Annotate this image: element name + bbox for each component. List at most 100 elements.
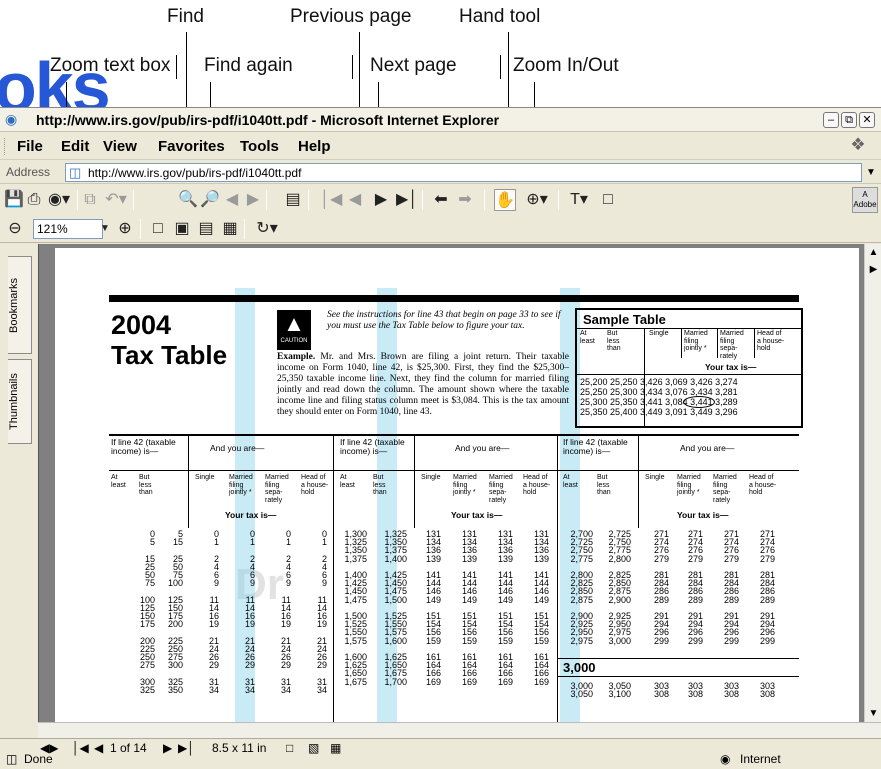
block4-hoh: 303 308 <box>759 681 775 700</box>
hdr-mfs: Married filing sepa-rately <box>489 474 513 504</box>
nav-last-icon[interactable]: ▶│ <box>178 741 195 755</box>
zoom-dropdown-icon[interactable]: ▼ <box>99 218 111 240</box>
menu-tools[interactable]: Tools <box>240 138 279 155</box>
find-again-icon[interactable]: 🔎 <box>200 189 220 211</box>
example-label: Example. <box>277 352 316 362</box>
tab-thumbnails[interactable]: Thumbnails <box>8 359 32 444</box>
fit-visible-icon[interactable]: ▦ <box>220 218 240 240</box>
hdr-at-least: At least <box>340 474 355 489</box>
col-and-3: And you are— <box>680 443 735 453</box>
horizontal-scrollbar[interactable] <box>38 722 881 738</box>
doc-example: Example. Mr. and Mrs. Brown are filing a… <box>277 352 569 418</box>
address-input[interactable]: ◫ http://www.irs.gov/pub/irs-pdf/i1040tt… <box>65 163 862 182</box>
last-page-icon[interactable]: ▶│ <box>396 189 418 211</box>
hdr-single: Single <box>421 474 441 481</box>
search-next-icon[interactable]: ▶ <box>243 189 263 211</box>
zoom-value: 121% <box>37 222 68 236</box>
tab-bookmarks[interactable]: Bookmarks <box>8 256 32 354</box>
address-dropdown-icon[interactable]: ▼ <box>864 163 878 182</box>
snapshot-icon[interactable]: □ <box>598 189 618 211</box>
previous-page-icon[interactable]: ◀ <box>346 189 364 211</box>
facing-layout-icon[interactable]: ▦ <box>330 741 341 755</box>
search-prev-icon[interactable]: ◀ <box>222 189 242 211</box>
hdr-single: Single <box>645 474 665 481</box>
rotate-view-icon[interactable]: ↻▾ <box>250 218 284 240</box>
col-if-1: If line 42 (taxable income) is— <box>111 437 176 456</box>
find-icon[interactable]: 🔍 <box>178 189 198 211</box>
menu-file[interactable]: File <box>17 138 43 155</box>
status-icon: ◫ <box>6 752 18 766</box>
zoom-in-small-icon[interactable]: ⊕ <box>116 218 134 240</box>
fit-page-icon[interactable]: ▣ <box>172 218 192 240</box>
go-forward-icon[interactable]: ➡ <box>456 189 474 211</box>
status-bar: ◫ Done ◉ Internet <box>0 752 881 769</box>
window-title: http://www.irs.gov/pub/irs-pdf/i1040tt.p… <box>36 112 500 128</box>
sample-table-title: Sample Table <box>583 312 666 327</box>
globe-icon: ◉ <box>720 752 731 766</box>
divider-2 <box>352 55 353 79</box>
scroll-up-icon[interactable]: ▲ <box>865 244 881 261</box>
scroll-right-icon[interactable]: ▶ <box>865 261 881 278</box>
callout-previous-page: Previous page <box>290 6 412 27</box>
undo-icon[interactable]: ↶▾ <box>102 189 130 211</box>
col-if-3: If line 42 (taxable income) is— <box>563 437 628 456</box>
callout-zoom-text-box: Zoom text box <box>50 55 171 76</box>
doc-title: Tax Table <box>111 340 228 370</box>
zoom-text-box[interactable]: 121% <box>33 219 103 239</box>
callout-find-again: Find again <box>204 55 293 76</box>
close-button[interactable]: ✕ <box>859 112 875 128</box>
block3-at-least: 2,700 2,725 2,750 2,775 2,800 2,825 2,85… <box>570 529 593 646</box>
zoom-in-icon[interactable]: ⊕▾ <box>520 189 554 211</box>
block3-hoh: 271 274 276 279 281 284 286 289 291 294 … <box>759 529 775 646</box>
menu-view[interactable]: View <box>103 138 137 155</box>
email-icon[interactable]: ◉▾ <box>44 189 74 211</box>
next-page-icon[interactable]: ▶ <box>372 189 390 211</box>
page-indicator[interactable]: 1 of 14 <box>110 741 147 755</box>
status-zone: Internet <box>740 752 781 766</box>
hdr-mfj: Married filing jointly * <box>453 474 477 496</box>
fit-width-icon[interactable]: ▤ <box>196 218 216 240</box>
actual-size-icon[interactable]: □ <box>148 218 168 240</box>
menu-favorites[interactable]: Favorites <box>158 138 225 155</box>
divider-1 <box>176 55 177 79</box>
caution-icon: ▲ CAUTION <box>277 310 311 350</box>
text-select-icon[interactable]: T▾ <box>562 189 596 211</box>
hdr-but-less: But less than <box>597 474 611 496</box>
scroll-down-icon[interactable]: ▼ <box>865 705 881 722</box>
sample-row: 25,200 25,250 3,426 3,069 3,426 3,274 <box>580 377 738 387</box>
minimize-button[interactable]: – <box>823 112 839 128</box>
nav-next-icon[interactable]: ▶ <box>163 741 172 755</box>
vertical-scrollbar[interactable]: ▲ ▶ ▼ <box>864 244 881 722</box>
hdr-but-less: But less than <box>373 474 387 496</box>
hdr-at-least: At least <box>111 474 126 489</box>
nav-prev-icon[interactable]: ◀ <box>94 741 103 755</box>
block2-but-less: 1,325 1,350 1,375 1,400 1,425 1,450 1,47… <box>384 529 407 687</box>
document-area[interactable]: Dr 2004 Tax Table ▲ CAUTION See the instr… <box>38 244 864 728</box>
doc-year: 2004 <box>111 310 172 340</box>
sample-mfj: Married filing jointly * <box>684 330 708 352</box>
ie-icon: ◉ <box>5 111 18 127</box>
go-back-icon[interactable]: ⬅ <box>432 189 450 211</box>
sample-row: 25,250 25,300 3,434 3,076 3,434 3,281 <box>580 387 738 397</box>
callout-hand-tool: Hand tool <box>459 6 541 27</box>
block1-hoh: 0 1 2 4 6 9 11 14 16 19 21 24 26 29 31 3… <box>316 529 327 695</box>
single-page-icon[interactable]: ▤ <box>283 189 303 211</box>
hdr-hoh: Head of a house-hold <box>749 474 777 496</box>
nav-first-icon[interactable]: │◀ <box>72 741 89 755</box>
copy-icon[interactable]: ⧉ <box>80 189 100 211</box>
menu-help[interactable]: Help <box>298 138 331 155</box>
single-page-layout-icon[interactable]: □ <box>286 741 293 755</box>
save-icon[interactable]: 💾 <box>4 189 24 211</box>
block1-single: 0 1 2 4 6 9 11 14 16 19 21 24 26 29 31 3… <box>208 529 219 695</box>
hand-tool-icon[interactable]: ✋ <box>494 189 516 211</box>
menu-edit[interactable]: Edit <box>61 138 89 155</box>
example-text: Mr. and Mrs. Brown are filing a joint re… <box>277 352 570 417</box>
sample-single: Single <box>649 330 669 337</box>
restore-button[interactable]: ⧉ <box>841 112 857 128</box>
block2-at-least: 1,300 1,325 1,350 1,375 1,400 1,425 1,45… <box>344 529 367 687</box>
continuous-layout-icon[interactable]: ▧ <box>308 741 319 755</box>
first-page-icon[interactable]: │◀ <box>320 189 342 211</box>
block1-mfs: 0 1 2 4 6 9 11 14 16 19 21 24 26 29 31 3… <box>280 529 291 695</box>
print-icon[interactable]: ⎙ <box>24 189 44 211</box>
zoom-out-icon[interactable]: ⊖ <box>6 218 24 240</box>
